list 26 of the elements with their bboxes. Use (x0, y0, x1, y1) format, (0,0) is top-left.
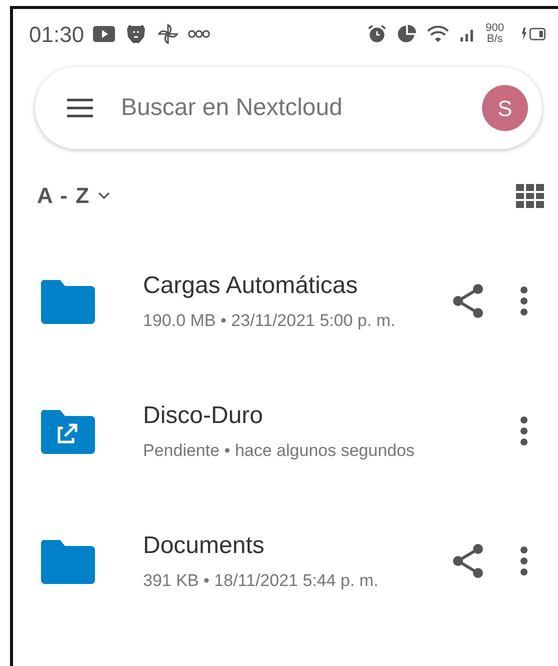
file-name[interactable]: Cargas Automáticas (143, 268, 448, 304)
more-options-icon[interactable] (520, 286, 528, 316)
sort-label[interactable]: A - Z (37, 179, 90, 212)
share-icon[interactable] (452, 283, 484, 319)
share-icon[interactable] (452, 543, 484, 579)
grid-view-icon[interactable] (516, 184, 544, 208)
file-name[interactable]: Disco-Duro (143, 398, 488, 434)
clock-time: 01:30 (29, 20, 84, 48)
folder-icon (41, 538, 95, 584)
menu-icon[interactable] (65, 96, 95, 120)
alarm-icon (366, 23, 388, 45)
more-options-icon[interactable] (520, 546, 528, 576)
file-name[interactable]: Documents (143, 528, 448, 564)
chevron-down-icon[interactable] (98, 192, 110, 200)
pinwheel-icon (156, 22, 180, 46)
pie-chart-icon (396, 23, 418, 45)
file-details: 190.0 MB • 23/11/2021 5:00 p. m. (143, 310, 396, 332)
file-details: 391 KB • 18/11/2021 5:44 p. m. (143, 570, 380, 592)
file-details: Pendiente • hace algunos segundos (143, 440, 416, 462)
folder-icon (41, 278, 95, 324)
network-speed: 900 B/s (486, 23, 504, 45)
external-folder-icon (41, 408, 95, 454)
avatar[interactable]: S (482, 85, 528, 131)
search-field[interactable]: Buscar en Nextcloud (119, 89, 482, 127)
more-options-icon[interactable] (520, 416, 528, 446)
loop-icon (188, 30, 210, 38)
